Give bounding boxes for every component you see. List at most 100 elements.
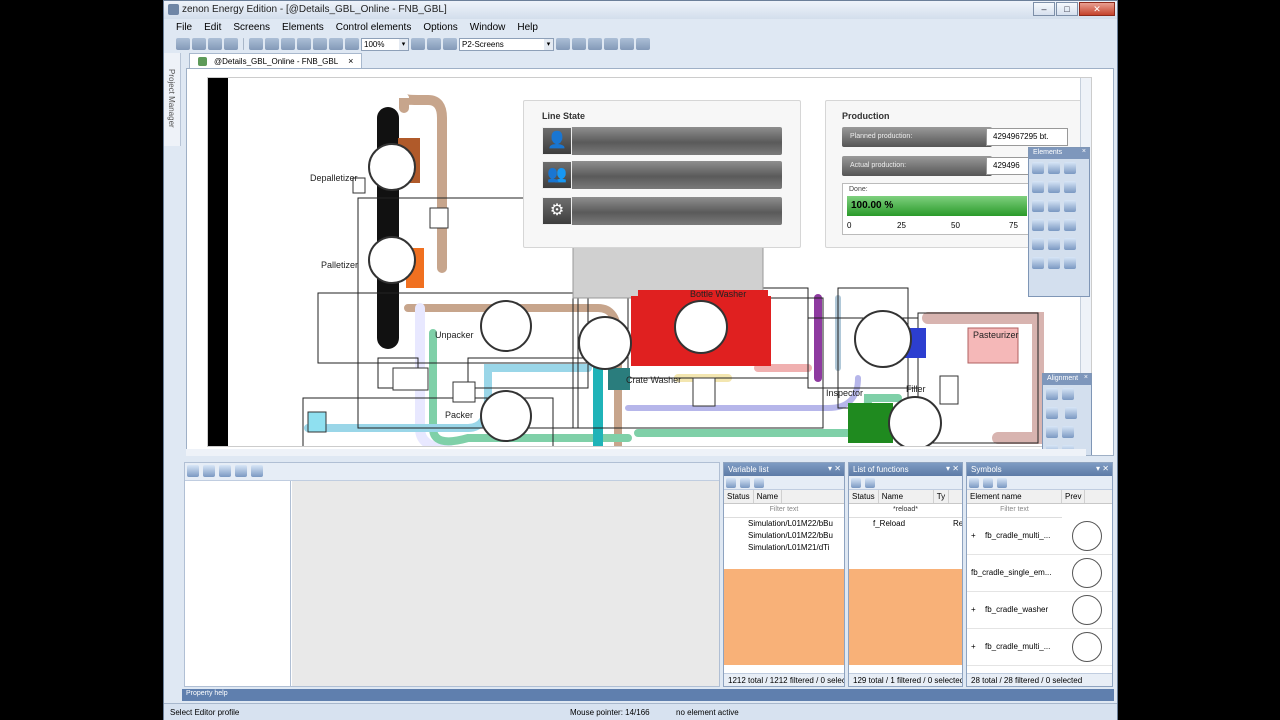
paste-icon[interactable] [281,38,295,50]
planned-production-value[interactable]: 4294967295 bt. [986,128,1068,146]
expand-icon[interactable]: + [971,605,976,614]
slider-icon[interactable] [1048,257,1060,269]
zoom-in-icon[interactable] [411,38,425,50]
arc-icon[interactable] [1064,162,1076,174]
list-icon[interactable] [1032,238,1044,250]
play-icon[interactable] [224,38,238,50]
tab-document[interactable]: @Details_GBL_Online - FNB_GBL × [189,53,363,68]
screen-switch-icon[interactable] [556,38,570,50]
property-grid[interactable] [292,481,719,686]
polygon-icon[interactable] [1064,181,1076,193]
filter-icon[interactable] [235,465,247,477]
new-function-icon[interactable] [851,478,861,488]
table-row[interactable]: Simulation/L01M21/dTi [724,542,844,554]
function-list-header[interactable]: List of functions ▾ ✕ [849,463,962,476]
find-icon[interactable] [636,38,650,50]
table-row[interactable]: f_Reload Re [849,518,962,530]
function-filter[interactable]: *reload* [849,504,962,518]
print-icon[interactable] [427,38,441,50]
col-element-name[interactable]: Element name [967,490,1062,503]
image-icon[interactable] [1064,238,1076,250]
property-help-bar[interactable]: Property help [182,689,1114,701]
variable-filter[interactable]: Filter text [724,504,844,518]
inspector-symbol[interactable] [888,396,942,446]
panel-controls[interactable]: ▾ ✕ [828,464,841,473]
combined-element-icon[interactable] [1064,200,1076,212]
menu-window[interactable]: Window [464,20,512,36]
align-middle-icon[interactable] [1046,426,1058,438]
save-icon[interactable] [208,38,222,50]
help-icon[interactable] [251,465,263,477]
col-status[interactable]: Status [849,490,879,503]
undo-icon[interactable] [297,38,311,50]
menu-file[interactable]: File [170,20,198,36]
menu-help[interactable]: Help [511,20,544,36]
rectangle-icon[interactable] [1032,200,1044,212]
screen-combo[interactable]: P2-Screens ▾ [459,37,554,51]
trend-icon[interactable] [1032,219,1044,231]
col-status[interactable]: Status [724,490,754,503]
col-name[interactable]: Name [754,490,783,503]
ellipse-icon[interactable] [1048,162,1060,174]
properties-icon[interactable] [443,38,457,50]
maximize-button[interactable]: □ [1056,2,1078,16]
palletizer-symbol[interactable] [368,236,416,284]
new-variable-icon[interactable] [726,478,736,488]
menu-control-elements[interactable]: Control elements [330,20,418,36]
chevron-down-icon[interactable]: ▾ [399,38,408,50]
sort-icon[interactable] [187,465,199,477]
filler-symbol[interactable] [854,310,912,368]
align-left-icon[interactable] [1046,388,1058,400]
grid-icon[interactable] [604,38,618,50]
symbol-icon[interactable] [1048,219,1060,231]
copy-icon[interactable] [265,38,279,50]
packer-symbol[interactable] [480,390,532,442]
diagonal-line-icon[interactable] [1048,181,1060,193]
list-item[interactable]: + fb_cradle_multi_... [967,629,1112,666]
unpacker-symbol[interactable] [480,300,532,352]
open-icon[interactable] [192,38,206,50]
align-bottom-icon[interactable] [1062,426,1074,438]
screen-canvas[interactable]: Depalletizer Palletizer Unpacker Packer … [207,77,1092,447]
list-item[interactable]: + fb_cradle_washer [967,592,1112,629]
refresh-icon[interactable] [740,478,750,488]
tab-close-icon[interactable]: × [348,56,353,66]
text-icon[interactable] [1048,238,1060,250]
layer-icon[interactable] [588,38,602,50]
crate-washer-symbol[interactable] [578,316,632,370]
category-icon[interactable] [203,465,215,477]
bottle-washer-symbol[interactable] [674,300,728,354]
favorites-icon[interactable] [219,465,231,477]
refresh-icon[interactable] [865,478,875,488]
alignment-panel-header[interactable]: Alignment × [1043,374,1091,385]
col-type[interactable]: Ty [934,490,950,503]
folder-icon[interactable] [983,478,993,488]
menu-edit[interactable]: Edit [198,20,227,36]
bar-graph-icon[interactable] [1032,257,1044,269]
align-top-icon[interactable] [1065,407,1078,419]
close-icon[interactable]: × [1084,374,1088,381]
chevron-down-icon[interactable]: ▾ [544,38,553,50]
panel-controls[interactable]: ▾ ✕ [946,464,959,473]
line-icon[interactable] [1032,162,1044,174]
canvas-horizontal-scrollbar[interactable] [186,449,1086,456]
new-symbol-icon[interactable] [969,478,979,488]
table-row[interactable]: Simulation/L01M22/bBu [724,518,844,530]
close-icon[interactable]: × [1082,148,1086,155]
close-button[interactable]: ✕ [1079,2,1115,16]
delete-icon[interactable] [997,478,1007,488]
switch-icon[interactable] [1064,257,1076,269]
symbols-header[interactable]: Symbols ▾ ✕ [967,463,1112,476]
expand-icon[interactable]: + [971,642,976,651]
minimize-button[interactable]: – [1033,2,1055,16]
line-state-bar[interactable]: 👥 [542,161,782,189]
line-state-bar[interactable]: 👤 [542,127,782,155]
screen-editor-area[interactable]: Depalletizer Palletizer Unpacker Packer … [186,68,1114,456]
col-preview[interactable]: Prev [1062,490,1086,503]
frame-icon[interactable] [572,38,586,50]
button-icon[interactable] [1064,219,1076,231]
polyline-icon[interactable] [1032,181,1044,193]
align-center-icon[interactable] [1062,388,1074,400]
align-right-icon[interactable] [1046,407,1058,419]
elements-panel-header[interactable]: Elements × [1029,148,1089,159]
